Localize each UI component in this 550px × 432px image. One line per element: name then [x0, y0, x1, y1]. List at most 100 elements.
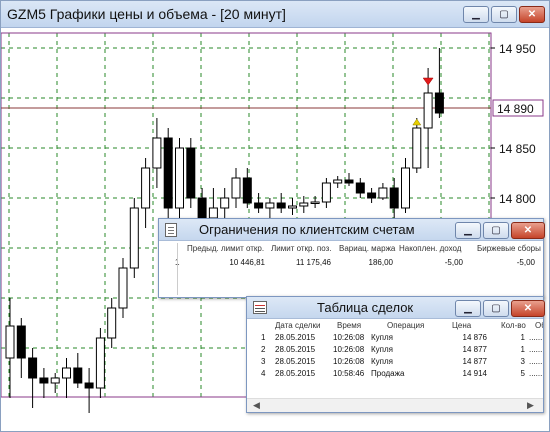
price-cell: 14 914	[462, 369, 487, 378]
time-cell: 10:58:46	[333, 369, 365, 378]
candle-body	[5, 325, 15, 359]
candle-body	[367, 192, 377, 199]
candle-body	[242, 177, 252, 204]
volume-cell: ......	[529, 369, 543, 378]
limits-window-titlebar[interactable]: Ограничения по клиентским счетам ▁ ▢ ✕	[159, 219, 545, 241]
candle-body	[62, 367, 71, 379]
date-cell: 28.05.2015	[275, 345, 316, 354]
column-header[interactable]: Цена	[452, 321, 471, 330]
candle-body	[254, 202, 264, 209]
maximize-button[interactable]: ▢	[491, 6, 517, 23]
candle-body	[141, 167, 151, 209]
date-cell: 28.05.2015	[275, 333, 316, 342]
column-header[interactable]: Вариац. маржа	[339, 244, 395, 253]
column-header[interactable]: Кол-во	[501, 321, 526, 330]
candle-body	[276, 202, 286, 209]
maximize-button[interactable]: ▢	[483, 222, 509, 239]
row-number: 2	[261, 345, 266, 354]
column-header[interactable]: Об	[535, 321, 543, 330]
candle-body	[95, 337, 105, 389]
close-button[interactable]: ✕	[519, 6, 545, 23]
candle-body	[321, 182, 331, 203]
close-button[interactable]: ✕	[511, 222, 545, 239]
qty-cell: 3	[520, 357, 525, 366]
income-cell: -5,00	[444, 258, 463, 267]
minimize-button[interactable]: ▁	[455, 222, 481, 239]
scroll-left-icon[interactable]: ◀	[253, 400, 260, 411]
candle-body	[220, 197, 230, 209]
column-header[interactable]: Лимит откр. поз.	[271, 244, 332, 253]
minimize-button[interactable]: ▁	[455, 300, 481, 317]
price-cell: 14 877	[462, 345, 487, 354]
limit-cell: 11 175,46	[296, 258, 331, 267]
fees-cell: -5,00	[516, 258, 535, 267]
operation-cell: Продажа	[371, 369, 405, 378]
row-number: 3	[261, 357, 266, 366]
limits-table: Предыд. лимит откр. Лимит откр. поз. Вар…	[159, 243, 543, 297]
candle-body	[378, 187, 388, 199]
candle-body	[389, 187, 399, 209]
sell-marker-icon	[422, 77, 434, 86]
horizontal-scrollbar[interactable]: ◀ ▶	[247, 398, 543, 412]
y-tick-label: 14 850	[499, 142, 536, 156]
candle-body	[39, 377, 49, 384]
price-cell: 14 877	[462, 357, 487, 366]
operation-cell: Купля	[371, 345, 393, 354]
table-icon	[253, 301, 267, 314]
maximize-button[interactable]: ▢	[483, 300, 509, 317]
candle-body	[434, 92, 444, 114]
column-header[interactable]: Время	[337, 321, 361, 330]
chart-window-title: GZM5 Графики цены и объема - [20 минут]	[7, 6, 286, 22]
qty-cell: 1	[520, 333, 525, 342]
candle-body	[197, 197, 207, 219]
candle-body	[175, 147, 184, 209]
prev-limit-cell: 10 446,81	[229, 258, 265, 267]
candle-body	[401, 167, 410, 209]
close-button[interactable]: ✕	[511, 300, 545, 317]
time-cell: 10:26:08	[333, 357, 365, 366]
trades-window-titlebar[interactable]: Таблица сделок ▁ ▢ ✕	[247, 297, 545, 319]
limits-window[interactable]: Ограничения по клиентским счетам ▁ ▢ ✕ П…	[158, 218, 545, 298]
margin-cell: 186,00	[368, 258, 393, 267]
column-header[interactable]: Накоплен. доход	[399, 244, 461, 253]
candle-body	[344, 179, 354, 184]
candle-body	[288, 205, 297, 209]
operation-cell: Купля	[371, 333, 393, 342]
candle-body	[163, 137, 173, 209]
candle-body	[50, 377, 60, 384]
row-number: 1	[261, 333, 266, 342]
candle-body	[423, 92, 433, 129]
candle-body	[118, 267, 128, 309]
minimize-button[interactable]: ▁	[463, 6, 489, 23]
y-tick-label: 14 950	[499, 42, 536, 56]
candle-body	[231, 177, 241, 199]
column-header[interactable]: Биржевые сборы	[477, 244, 541, 253]
price-cell: 14 876	[462, 333, 487, 342]
column-header[interactable]: Предыд. лимит откр.	[187, 244, 264, 253]
candle-body	[310, 201, 320, 204]
trades-window[interactable]: Таблица сделок ▁ ▢ ✕ Дата сделки Время О…	[246, 296, 545, 413]
scroll-right-icon[interactable]: ▶	[527, 400, 534, 411]
candle-body	[129, 207, 139, 269]
candle-body	[152, 137, 162, 169]
qty-cell: 5	[520, 369, 525, 378]
candle-body	[84, 382, 94, 389]
time-cell: 10:26:08	[333, 333, 365, 342]
column-divider	[177, 243, 178, 295]
candle-body	[208, 207, 218, 219]
volume-cell: ......	[529, 333, 543, 342]
chart-window-titlebar[interactable]: GZM5 Графики цены и объема - [20 минут] …	[1, 1, 549, 28]
column-header[interactable]: Операция	[387, 321, 424, 330]
buy-marker-icon	[412, 118, 422, 126]
volume-cell: ......	[529, 345, 543, 354]
time-cell: 10:26:08	[333, 345, 365, 354]
candle-body	[333, 179, 343, 184]
candle-body	[107, 307, 117, 339]
candle-body	[412, 127, 422, 169]
document-icon	[165, 223, 177, 237]
limits-window-title: Ограничения по клиентским счетам	[199, 222, 415, 237]
column-header[interactable]: Дата сделки	[275, 321, 320, 330]
trades-window-title: Таблица сделок	[317, 300, 414, 315]
y-tick-label: 14 800	[499, 192, 536, 206]
trades-table: Дата сделки Время Операция Цена Кол-во О…	[247, 320, 543, 398]
